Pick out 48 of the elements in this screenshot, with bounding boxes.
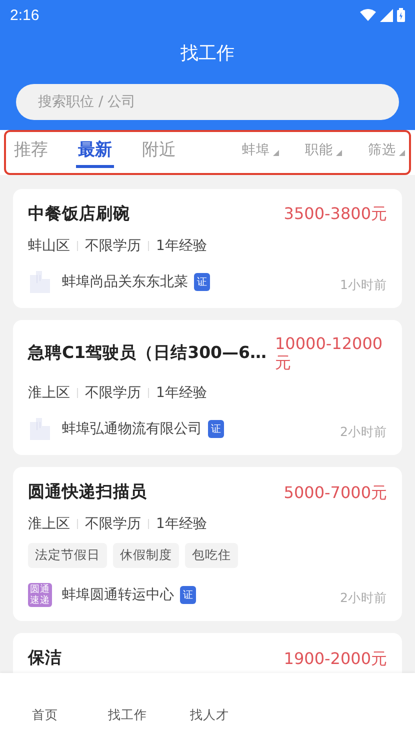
- tab[interactable]: 最新: [76, 132, 114, 168]
- verified-badge: 证: [194, 272, 210, 290]
- company-name: 蚌埠弘通物流有限公司: [62, 420, 202, 438]
- job-card[interactable]: 圆通快递扫描员 5000-7000元 淮上区 不限学历 1年经验 法定节假日 休假制度 包吃住 圆通速递 蚌埠圆通转运中心 证 2小时前: [13, 467, 402, 622]
- salary: 3500-3800元: [284, 204, 387, 224]
- job-requirement: 蚌山区: [28, 237, 70, 255]
- post-time: 2小时前: [340, 590, 387, 608]
- job-title: 圆通快递扫描员: [28, 481, 147, 504]
- dropdown-triangle-icon: [273, 150, 279, 156]
- signal-icon: [380, 8, 393, 22]
- job-requirement: 不限学历: [85, 515, 141, 534]
- status-time: 2:16: [10, 6, 40, 24]
- post-time: 2小时前: [340, 424, 387, 442]
- company-name: 蚌埠圆通转运中心: [62, 586, 174, 604]
- battery-icon: [397, 8, 405, 22]
- page-title: 找工作: [180, 42, 234, 65]
- job-requirement: 不限学历: [85, 237, 141, 255]
- job-card[interactable]: 保洁 1900-2000元: [13, 633, 402, 673]
- building-icon: [28, 270, 52, 292]
- job-title: 保洁: [28, 647, 62, 670]
- wifi-icon: [360, 9, 376, 21]
- job-requirement: 不限学历: [85, 384, 141, 402]
- job-requirement: 淮上区: [28, 384, 70, 402]
- job-title: 急聘C1驾驶员（日结300—6…: [28, 342, 267, 364]
- job-title: 中餐饭店刷碗: [28, 203, 130, 225]
- job-card[interactable]: 中餐饭店刷碗 3500-3800元 蚌山区 不限学历 1年经验 蚌埠尚品关东东北菜 证 1小时前: [13, 189, 402, 308]
- building-icon: [28, 418, 52, 440]
- company-logo: 圆通速递: [28, 582, 52, 607]
- dropdown-triangle-icon: [399, 150, 405, 156]
- verified-badge: 证: [208, 420, 224, 438]
- salary: 5000-7000元: [284, 482, 387, 502]
- benefit-tag: 休假制度: [113, 543, 179, 568]
- job-requirement: 1年经验: [156, 237, 207, 255]
- search-field[interactable]: 搜索职位 / 公司: [16, 84, 399, 120]
- nav-item[interactable]: 找工作: [86, 703, 168, 728]
- salary: 1900-2000元: [284, 648, 387, 668]
- benefit-tag: 法定节假日: [28, 543, 107, 568]
- nav-item[interactable]: 找人才: [168, 703, 251, 728]
- benefit-tag: 包吃住: [185, 543, 238, 568]
- job-requirement: 淮上区: [28, 515, 70, 534]
- company-name: 蚌埠尚品关东东北菜: [62, 272, 188, 290]
- nav-item[interactable]: 首页: [4, 703, 86, 728]
- salary: 10000-12000元: [275, 334, 384, 372]
- job-requirement: 1年经验: [156, 384, 207, 402]
- job-requirement: 1年经验: [156, 515, 207, 534]
- verified-badge: 证: [180, 586, 196, 604]
- post-time: 1小时前: [340, 277, 387, 294]
- dropdown-triangle-icon: [336, 150, 342, 156]
